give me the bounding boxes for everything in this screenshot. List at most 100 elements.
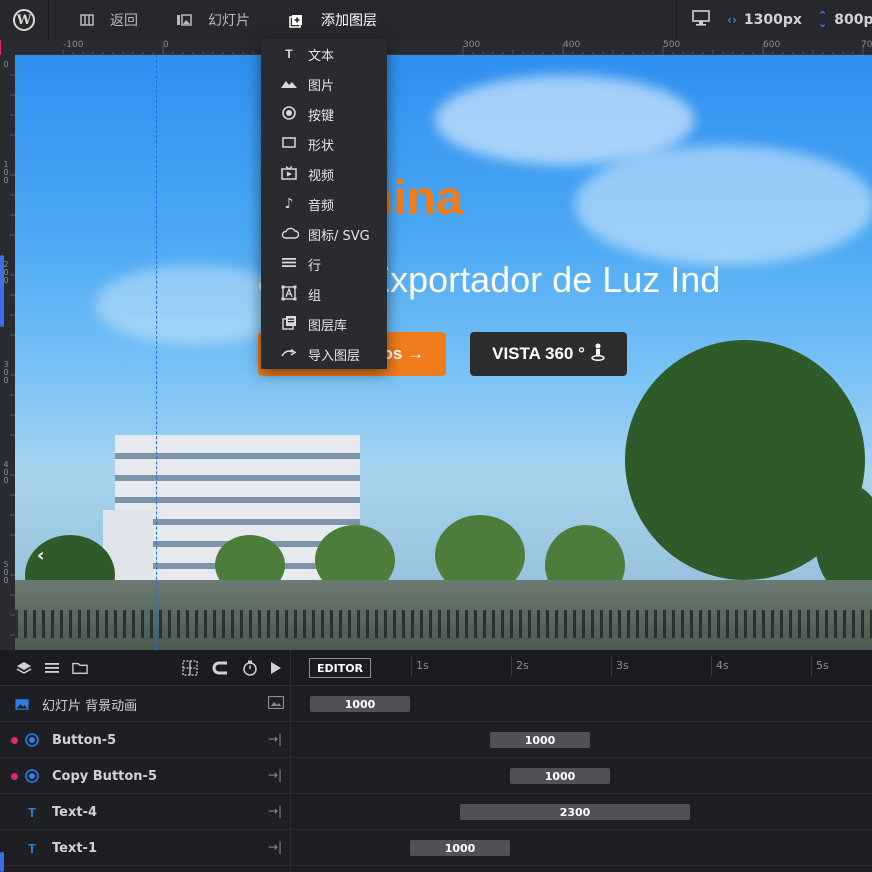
menu-item-image[interactable]: 图片 [261, 69, 387, 99]
timeline-row-text-4[interactable]: T Text-4 →| 2300 [0, 794, 872, 830]
timeline-second-label: 4s [716, 659, 729, 672]
layer-library-icon [281, 315, 297, 333]
timeline-panel: EDITOR 1s 2s 3s 4s 5s 幻灯片 背景动画 1000 Butt… [0, 650, 872, 872]
menu-item-label: 文本 [308, 48, 335, 64]
ruler-tick-label: 0 [163, 40, 169, 50]
timeline-row-bg-animation[interactable]: 幻灯片 背景动画 1000 [0, 686, 872, 722]
shape-icon [281, 137, 297, 151]
timeline-second-label: 1s [416, 659, 429, 672]
ruler-tick-label: 70 [861, 40, 872, 50]
menu-item-label: 图片 [308, 78, 335, 94]
button-icon [25, 769, 39, 783]
layers-icon[interactable] [16, 660, 32, 676]
left-edge-handle[interactable] [0, 255, 4, 327]
editor-mode-badge[interactable]: EDITOR [309, 658, 371, 678]
audio-icon: ♪ [284, 196, 294, 212]
row-icon [281, 257, 297, 271]
timeline-bar[interactable]: 1000 [510, 768, 610, 784]
width-field[interactable]: ‹› 1300px [727, 0, 802, 40]
text-icon: T [285, 47, 293, 61]
slides-icon [176, 14, 192, 26]
slide-canvas[interactable]: da China ante y Exportador de Luz Ind os… [15, 55, 872, 650]
wordpress-icon: W [13, 9, 35, 31]
background-tree [815, 485, 872, 595]
play-icon[interactable] [268, 660, 284, 676]
ruler-tick-label: 4 0 0 [3, 460, 9, 485]
timeline-bar[interactable]: 1000 [490, 732, 590, 748]
timeline-bar[interactable]: 2300 [460, 804, 690, 820]
slide-vista-360-button[interactable]: VISTA 360 ° [470, 332, 627, 376]
text-icon: T [28, 804, 36, 820]
left-edge-handle[interactable] [0, 852, 4, 872]
width-arrows-icon: ‹› [727, 13, 737, 27]
back-button[interactable]: 返回 [80, 0, 138, 40]
timeline-row-button-5[interactable]: Button-5 →| 1000 [0, 722, 872, 758]
menu-item-shape[interactable]: 形状 [261, 129, 387, 159]
timeline-second-mark [811, 656, 812, 676]
menu-item-audio[interactable]: ♪ 音频 [261, 189, 387, 219]
cloud-decoration [575, 145, 872, 265]
ruler-tick-label: 3 0 0 [3, 360, 9, 385]
menu-item-layer-library[interactable]: 图层库 [261, 309, 387, 339]
list-icon[interactable] [44, 660, 60, 676]
arrow-to-end-icon[interactable]: →| [268, 840, 282, 854]
layer-name: Text-1 [52, 840, 97, 856]
timeline-bar[interactable]: 1000 [410, 840, 510, 856]
arrow-to-end-icon[interactable]: →| [268, 732, 282, 746]
menu-item-video[interactable]: 视频 [261, 159, 387, 189]
magnet-icon[interactable] [212, 660, 228, 676]
import-icon [281, 347, 297, 361]
text-icon: T [28, 840, 36, 856]
menu-item-icon-svg[interactable]: 图标/ SVG [261, 219, 387, 249]
grid-icon[interactable] [182, 660, 198, 676]
arrow-to-end-icon[interactable]: →| [268, 804, 282, 818]
menu-item-row[interactable]: 行 [261, 249, 387, 279]
timeline-second-mark [711, 656, 712, 676]
timeline-header: EDITOR 1s 2s 3s 4s 5s [0, 650, 872, 686]
back-icon [80, 14, 94, 26]
add-layer-dropdown: T 文本 图片 按键 形状 视频 ♪ 音频 图标/ SVG 行 组 图层库 导入… [261, 39, 387, 369]
height-field[interactable]: ⌃⌄ 800px [818, 0, 872, 40]
slides-label: 幻灯片 [208, 13, 250, 29]
monitor-icon [692, 10, 710, 30]
top-toolbar: W 返回 幻灯片 添加图层 ‹› 1300px ⌃⌄ 800px [0, 0, 872, 40]
stopwatch-icon[interactable] [242, 660, 258, 676]
timeline-row-text-1[interactable]: T Text-1 →| 1000 [0, 830, 872, 866]
folder-image-icon[interactable] [267, 695, 285, 712]
menu-item-label: 按键 [308, 108, 335, 124]
left-ruler[interactable]: 0 1 0 0 2 0 0 3 0 0 4 0 0 5 0 0 [0, 55, 15, 650]
menu-item-label: 图标/ SVG [308, 228, 370, 244]
folder-icon[interactable] [72, 660, 88, 676]
menu-item-label: 视频 [308, 168, 335, 184]
image-icon [281, 77, 297, 91]
wordpress-logo-button[interactable]: W [0, 0, 48, 40]
slide-prev-arrow-icon[interactable]: ‹ [37, 545, 44, 566]
ruler-tick-label: 0 [3, 60, 9, 69]
top-ruler-ticks [62, 45, 864, 54]
height-arrows-icon: ⌃ ⌄ [818, 9, 828, 30]
guide-line[interactable] [156, 55, 157, 650]
menu-item-group[interactable]: 组 [261, 279, 387, 309]
top-ruler[interactable]: -100 0 300 400 500 600 70 [15, 40, 872, 55]
add-layer-button[interactable]: 添加图层 [289, 0, 377, 40]
menu-item-label: 组 [308, 288, 322, 304]
person-360-icon [591, 343, 605, 366]
ruler-tick-label: -100 [63, 40, 84, 50]
menu-item-button[interactable]: 按键 [261, 99, 387, 129]
vista-360-label: VISTA 360 ° [492, 344, 585, 363]
slides-button[interactable]: 幻灯片 [176, 0, 250, 40]
menu-item-text[interactable]: T 文本 [261, 39, 387, 69]
ruler-tick-label: 600 [763, 40, 781, 50]
arrow-to-end-icon[interactable]: →| [268, 768, 282, 782]
ruler-tick-label: 400 [563, 40, 581, 50]
width-value: 1300px [743, 12, 802, 28]
desktop-device-button[interactable] [692, 0, 710, 40]
timeline-second-mark [511, 656, 512, 676]
timeline-bar[interactable]: 1000 [310, 696, 410, 712]
ruler-tick-label: 1 0 0 [3, 160, 9, 185]
menu-item-import-layer[interactable]: 导入图层 [261, 339, 387, 369]
cloud-icon [281, 227, 300, 242]
background-fence [15, 610, 872, 638]
ruler-corner [0, 40, 15, 55]
timeline-row-copy-button-5[interactable]: Copy Button-5 →| 1000 [0, 758, 872, 794]
